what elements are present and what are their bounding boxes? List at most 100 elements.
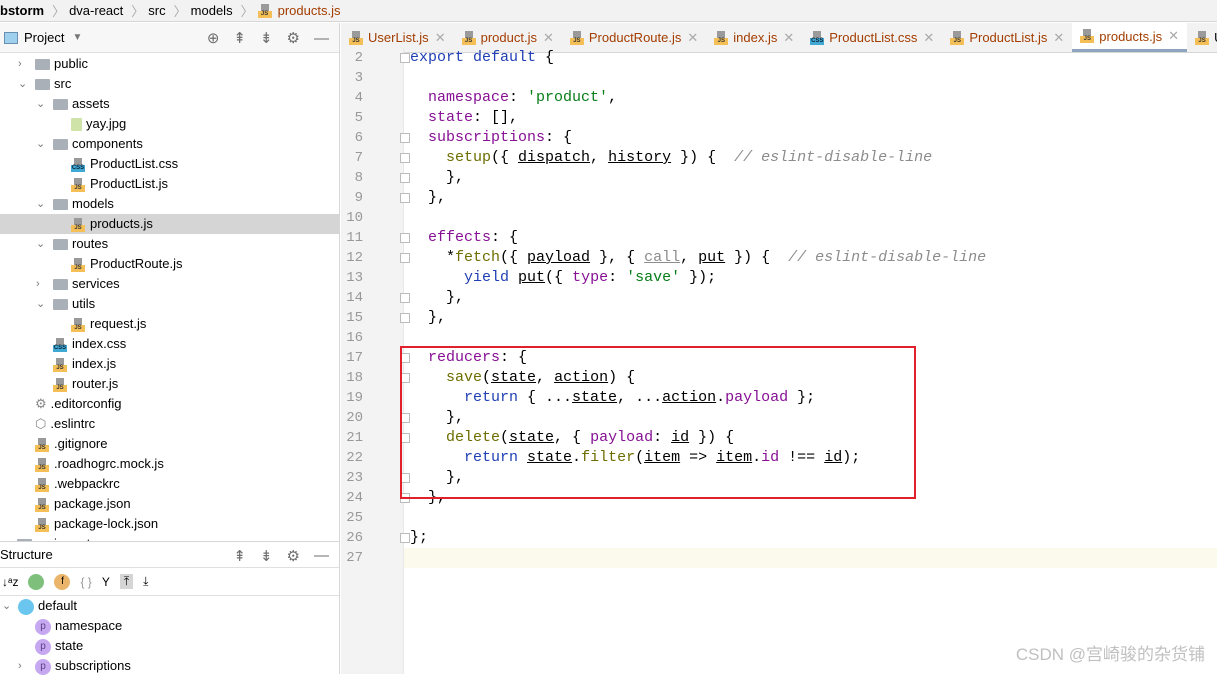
chevron-down-icon[interactable]: ⌄	[36, 294, 48, 314]
hierarchy-icon[interactable]: Y	[102, 575, 110, 589]
js-file-icon	[1195, 30, 1211, 45]
tree-item-request-js[interactable]: request.js	[0, 314, 339, 334]
project-title[interactable]: Project	[24, 30, 64, 45]
chevron-down-icon[interactable]: ⌄	[36, 194, 48, 214]
code-line: },	[410, 188, 446, 208]
chevron-down-icon[interactable]: ⌄	[18, 74, 30, 94]
tree-item-content: ProductRoute.js	[71, 256, 183, 272]
chevron-right-icon[interactable]: ›	[36, 274, 48, 294]
tree-item-components[interactable]: ⌄ components	[0, 134, 339, 154]
fold-marker-icon[interactable]	[400, 153, 410, 163]
tree-item--roadhogrc-mock-js[interactable]: .roadhogrc.mock.js	[0, 454, 339, 474]
tree-item-yay-jpg[interactable]: yay.jpg	[0, 114, 339, 134]
tree-item--webpackrc[interactable]: .webpackrc	[0, 474, 339, 494]
structure-item[interactable]: › p subscriptions	[0, 656, 339, 676]
collapse-all-icon[interactable]: ⇟	[260, 29, 273, 47]
tree-item-package-json[interactable]: package.json	[0, 494, 339, 514]
breadcrumb-separator-icon: 〉	[131, 4, 145, 19]
fold-marker-icon[interactable]	[400, 53, 410, 63]
folder-icon	[53, 279, 68, 291]
close-icon[interactable]: ✕	[923, 30, 934, 46]
tree-item-content: package.json	[35, 496, 131, 512]
line-number: 26	[346, 530, 363, 546]
structure-item[interactable]: p state	[0, 636, 339, 656]
expand-all-icon[interactable]: ⇞	[233, 29, 246, 47]
locate-icon[interactable]: ⊕	[207, 29, 220, 47]
tree-item-public[interactable]: › public	[0, 54, 339, 74]
structure-toolbar: ↓ᵃz f { } Y ⤒ ⤓	[0, 568, 339, 596]
fold-marker-icon[interactable]	[400, 233, 410, 243]
js-file-icon	[1080, 29, 1096, 43]
close-icon[interactable]: ✕	[1168, 28, 1179, 44]
tree-item-content: public	[35, 56, 88, 71]
tree-item-models[interactable]: ⌄ models	[0, 194, 339, 214]
close-icon[interactable]: ✕	[1053, 30, 1064, 46]
chevron-down-icon[interactable]: ⌄	[36, 94, 48, 114]
expand-all-icon[interactable]: ⇞	[233, 547, 246, 565]
fold-marker-icon[interactable]	[400, 293, 410, 303]
tree-item--gitignore[interactable]: .gitignore	[0, 434, 339, 454]
tree-item-utils[interactable]: ⌄ utils	[0, 294, 339, 314]
chevron-right-icon[interactable]: ›	[0, 534, 12, 541]
tree-item-services[interactable]: › services	[0, 274, 339, 294]
fold-marker-icon[interactable]	[400, 133, 410, 143]
show-fields-icon[interactable]: f	[54, 573, 71, 590]
code-token: :	[608, 269, 627, 286]
gear-icon[interactable]: ⚙	[287, 29, 300, 47]
chevron-down-icon[interactable]: ⌄	[36, 134, 48, 154]
chevron-right-icon[interactable]: ›	[18, 54, 30, 74]
autoscroll-to-source-icon[interactable]: ⤒	[119, 574, 134, 589]
tree-item-content: models	[53, 196, 114, 211]
code-token: 'product'	[527, 89, 609, 106]
breadcrumb-item[interactable]: products.js	[278, 3, 341, 18]
dropdown-icon[interactable]: ▼	[72, 32, 82, 43]
tree-item-router-js[interactable]: router.js	[0, 374, 339, 394]
structure-item[interactable]: p namespace	[0, 616, 339, 636]
gear-icon[interactable]: ⚙	[287, 547, 300, 565]
tree-item--eslintrc[interactable]: ⬡ .eslintrc	[0, 414, 339, 434]
tree-item--editorconfig[interactable]: ⚙ .editorconfig	[0, 394, 339, 414]
close-icon[interactable]: ✕	[783, 30, 794, 46]
tree-item-productlist-js[interactable]: ProductList.js	[0, 174, 339, 194]
autoscroll-from-source-icon[interactable]: ⤓	[143, 574, 148, 589]
close-icon[interactable]: ✕	[435, 30, 446, 46]
breadcrumb-item[interactable]: models	[191, 3, 233, 18]
code-token: export default	[410, 49, 546, 66]
chevron-down-icon[interactable]: ⌄	[36, 234, 48, 254]
minimize-icon[interactable]: —	[314, 30, 329, 47]
fold-marker-icon[interactable]	[400, 193, 410, 203]
minimize-icon[interactable]: —	[314, 547, 329, 564]
close-icon[interactable]: ✕	[687, 30, 698, 46]
tree-item-label: request.js	[90, 316, 147, 331]
code-token: // eslint-disable-line	[788, 249, 987, 266]
tree-item-assets[interactable]: ⌄ assets	[0, 94, 339, 114]
show-inherited-icon[interactable]	[28, 573, 45, 590]
code-token: ,	[590, 149, 609, 166]
tree-item-index-css[interactable]: index.css	[0, 334, 339, 354]
breadcrumb-item[interactable]: src	[148, 3, 165, 18]
sort-alpha-icon[interactable]: ↓ᵃz	[2, 575, 18, 589]
current-line-highlight	[404, 548, 1217, 568]
line-number: 7	[354, 150, 363, 166]
code-token: fetch	[455, 249, 501, 266]
tree-item-productlist-css[interactable]: ProductList.css	[0, 154, 339, 174]
tree-item-index-js[interactable]: index.js	[0, 354, 339, 374]
line-number: 20	[346, 410, 363, 426]
tree-item-products-js[interactable]: products.js	[0, 214, 339, 234]
fold-marker-icon[interactable]	[400, 253, 410, 263]
breadcrumb-item[interactable]: bstorm	[0, 3, 44, 18]
tree-item-productroute-js[interactable]: ProductRoute.js	[0, 254, 339, 274]
breadcrumb-separator-icon: 〉	[52, 4, 66, 19]
tree-item-routes[interactable]: ⌄ routes	[0, 234, 339, 254]
fold-marker-icon[interactable]	[400, 173, 410, 183]
tree-item-src[interactable]: ⌄ src	[0, 74, 339, 94]
tree-item-umi-react[interactable]: ›umi-react	[0, 534, 339, 541]
breadcrumb-item[interactable]: dva-react	[69, 3, 123, 18]
tree-item-package-lock-json[interactable]: package-lock.json	[0, 514, 339, 534]
show-braces-icon[interactable]: { }	[80, 575, 91, 589]
structure-root[interactable]: ⌄ default	[0, 596, 339, 616]
fold-marker-icon[interactable]	[400, 313, 410, 323]
fold-marker-icon[interactable]	[400, 533, 410, 543]
collapse-all-icon[interactable]: ⇟	[260, 547, 273, 565]
close-icon[interactable]: ✕	[543, 30, 554, 46]
